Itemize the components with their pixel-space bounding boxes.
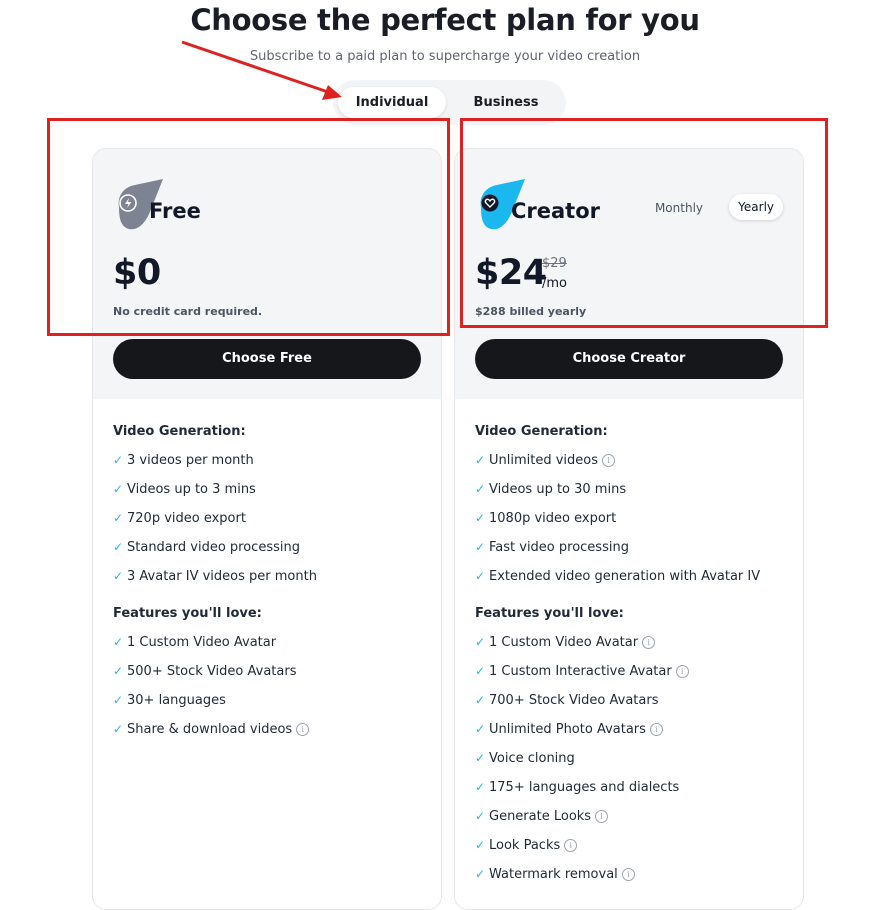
- feature-item: ✓ Share & download videos i: [113, 715, 431, 744]
- info-icon[interactable]: i: [675, 665, 689, 678]
- check-icon: ✓: [475, 511, 486, 525]
- feature-item: ✓ Extended video generation with Avatar I…: [475, 562, 793, 591]
- feature-label: 700+ Stock Video Avatars: [489, 693, 659, 708]
- feature-item: ✓ Videos up to 30 mins: [475, 475, 793, 504]
- feature-label: Look Packs: [489, 838, 561, 853]
- info-icon[interactable]: i: [649, 723, 663, 736]
- feature-label: Share & download videos: [127, 722, 293, 737]
- tab-business[interactable]: Business: [453, 87, 559, 118]
- feature-label: Unlimited videos: [489, 453, 599, 468]
- info-icon[interactable]: i: [642, 636, 656, 649]
- check-icon: ✓: [113, 569, 124, 583]
- feature-item: ✓ Videos up to 3 mins: [113, 475, 431, 504]
- feature-item: ✓ Unlimited Photo Avatars i: [475, 715, 793, 744]
- feature-list: Video Generation: ✓ 3 videos per month ✓ Vid…: [113, 417, 431, 744]
- choose-free-button[interactable]: Choose Free: [113, 339, 421, 379]
- check-icon: ✓: [475, 569, 486, 583]
- check-icon: ✓: [113, 482, 124, 496]
- check-icon: ✓: [475, 540, 486, 554]
- feature-item: ✓ Standard video processing: [113, 533, 431, 562]
- feature-label: Voice cloning: [489, 751, 575, 766]
- feature-section-title: Video Generation:: [475, 424, 608, 439]
- annotation-box-free: [47, 118, 450, 336]
- feature-label: Fast video processing: [489, 540, 629, 555]
- info-icon[interactable]: i: [595, 810, 609, 823]
- feature-item: ✓ Unlimited videos i: [475, 446, 793, 475]
- feature-label: 1 Custom Video Avatar: [127, 635, 277, 650]
- annotation-box-creator: [460, 118, 828, 328]
- feature-item: ✓ 30+ languages: [113, 686, 431, 715]
- check-icon: ✓: [475, 453, 486, 467]
- feature-label: 1080p video export: [489, 511, 617, 526]
- info-icon[interactable]: i: [602, 454, 616, 467]
- feature-label: 3 videos per month: [127, 453, 254, 468]
- feature-list: Video Generation: ✓ Unlimited videos i ✓ Vide…: [475, 417, 793, 889]
- feature-label: Videos up to 30 mins: [489, 482, 627, 497]
- feature-label: 500+ Stock Video Avatars: [127, 664, 297, 679]
- feature-item: ✓ 700+ Stock Video Avatars: [475, 686, 793, 715]
- check-icon: ✓: [113, 635, 124, 649]
- info-icon[interactable]: i: [621, 868, 635, 881]
- feature-item: ✓ Fast video processing: [475, 533, 793, 562]
- check-icon: ✓: [113, 722, 124, 736]
- feature-label: 175+ languages and dialects: [489, 780, 680, 795]
- check-icon: ✓: [475, 780, 486, 794]
- feature-section-title: Video Generation:: [113, 424, 246, 439]
- check-icon: ✓: [475, 693, 486, 707]
- feature-item: ✓ Look Packs i: [475, 831, 793, 860]
- tab-individual[interactable]: Individual: [338, 87, 446, 118]
- check-icon: ✓: [113, 453, 124, 467]
- feature-item: ✓ 1080p video export: [475, 504, 793, 533]
- info-icon[interactable]: i: [296, 723, 310, 736]
- page-subtitle: Subscribe to a paid plan to supercharge …: [249, 49, 641, 64]
- feature-label: Videos up to 3 mins: [127, 482, 256, 497]
- check-icon: ✓: [475, 809, 486, 823]
- check-icon: ✓: [475, 482, 486, 496]
- feature-label: 30+ languages: [127, 693, 226, 708]
- feature-label: Unlimited Photo Avatars: [489, 722, 646, 737]
- feature-label: 3 Avatar IV videos per month: [127, 569, 317, 584]
- feature-item: ✓ 500+ Stock Video Avatars: [113, 657, 431, 686]
- feature-label: 720p video export: [127, 511, 246, 526]
- feature-item: ✓ 175+ languages and dialects: [475, 773, 793, 802]
- check-icon: ✓: [475, 867, 486, 881]
- info-icon[interactable]: i: [564, 839, 578, 852]
- feature-label: 1 Custom Interactive Avatar: [489, 664, 672, 679]
- check-icon: ✓: [475, 722, 486, 736]
- feature-item: ✓ Voice cloning: [475, 744, 793, 773]
- check-icon: ✓: [475, 751, 486, 765]
- check-icon: ✓: [113, 540, 124, 554]
- feature-label: Extended video generation with Avatar IV: [489, 569, 761, 584]
- choose-creator-button[interactable]: Choose Creator: [475, 339, 783, 379]
- feature-item: ✓ 3 videos per month: [113, 446, 431, 475]
- feature-label: Watermark removal: [489, 867, 618, 882]
- feature-item: ✓ 1 Custom Video Avatar i: [475, 628, 793, 657]
- feature-item: ✓ 720p video export: [113, 504, 431, 533]
- feature-item: ✓ 3 Avatar IV videos per month: [113, 562, 431, 591]
- feature-label: 1 Custom Video Avatar: [489, 635, 639, 650]
- check-icon: ✓: [113, 693, 124, 707]
- check-icon: ✓: [113, 511, 124, 525]
- feature-item: ✓ Generate Looks i: [475, 802, 793, 831]
- feature-section-title: Features you'll love:: [113, 606, 262, 621]
- feature-label: Generate Looks: [489, 809, 592, 824]
- feature-section-title: Features you'll love:: [475, 606, 624, 621]
- feature-label: Standard video processing: [127, 540, 300, 555]
- page-title: Choose the perfect plan for you: [190, 3, 700, 37]
- feature-item: ✓ Watermark removal i: [475, 860, 793, 889]
- feature-item: ✓ 1 Custom Interactive Avatar i: [475, 657, 793, 686]
- check-icon: ✓: [475, 635, 486, 649]
- check-icon: ✓: [113, 664, 124, 678]
- feature-item: ✓ 1 Custom Video Avatar: [113, 628, 431, 657]
- check-icon: ✓: [475, 838, 486, 852]
- check-icon: ✓: [475, 664, 486, 678]
